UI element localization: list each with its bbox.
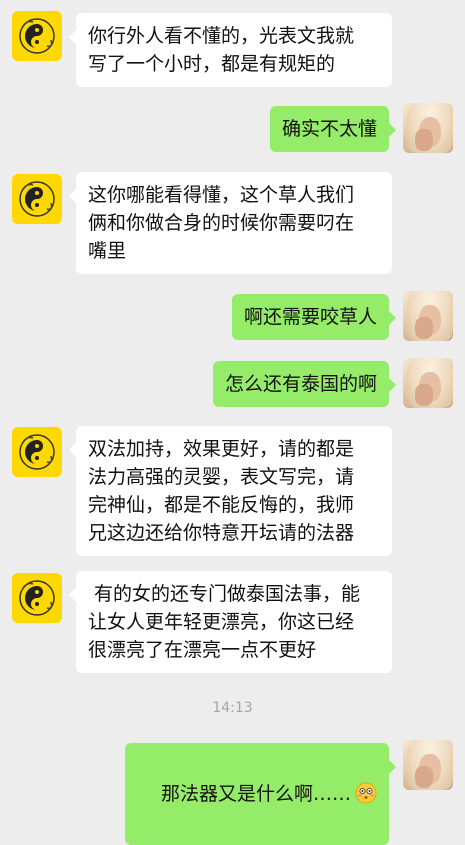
contact-avatar[interactable] [12,11,62,61]
taiji-dragon-icon [19,434,55,470]
incoming-message-bubble[interactable]: 双法加持，效果更好，请的都是 法力高强的灵婴，表文写完，请 完神仙，都是不能反悔… [69,426,392,556]
outgoing-message-bubble[interactable]: 那法器又是什么啊…… [124,743,397,845]
contact-avatar[interactable] [12,427,62,477]
outgoing-message-text: 那法器又是什么啊…… [160,783,351,805]
incoming-message-bubble[interactable]: 你行外人看不懂的，光表文我就 写了一个小时，都是有规矩的 [69,13,392,87]
my-avatar[interactable] [403,291,453,341]
incoming-message-bubble[interactable]: 有的女的还专门做泰国法事，能 让女人更年轻更漂亮，你这已经 很漂亮了在漂亮一点不… [69,571,392,673]
my-avatar[interactable] [403,358,453,408]
outgoing-message-bubble[interactable]: 啊还需要咬草人 [231,294,397,340]
contact-avatar[interactable] [12,573,62,623]
flushed-face-emoji-icon [355,782,377,804]
taiji-dragon-icon [19,580,55,616]
contact-avatar[interactable] [12,174,62,224]
chat-message-list: 你行外人看不懂的，光表文我就 写了一个小时，都是有规矩的 确实不太懂 这你哪能看… [0,0,465,845]
message-timestamp: 14:13 [212,700,253,716]
incoming-message-bubble[interactable]: 这你哪能看得懂，这个草人我们 俩和你做合身的时候你需要叼在 嘴里 [69,172,392,274]
outgoing-message-bubble[interactable]: 怎么还有泰国的啊 [212,361,397,407]
taiji-dragon-icon [19,181,55,217]
my-avatar[interactable] [403,103,453,153]
my-avatar[interactable] [403,740,453,790]
taiji-dragon-icon [19,18,55,54]
outgoing-message-bubble[interactable]: 确实不太懂 [269,106,397,152]
